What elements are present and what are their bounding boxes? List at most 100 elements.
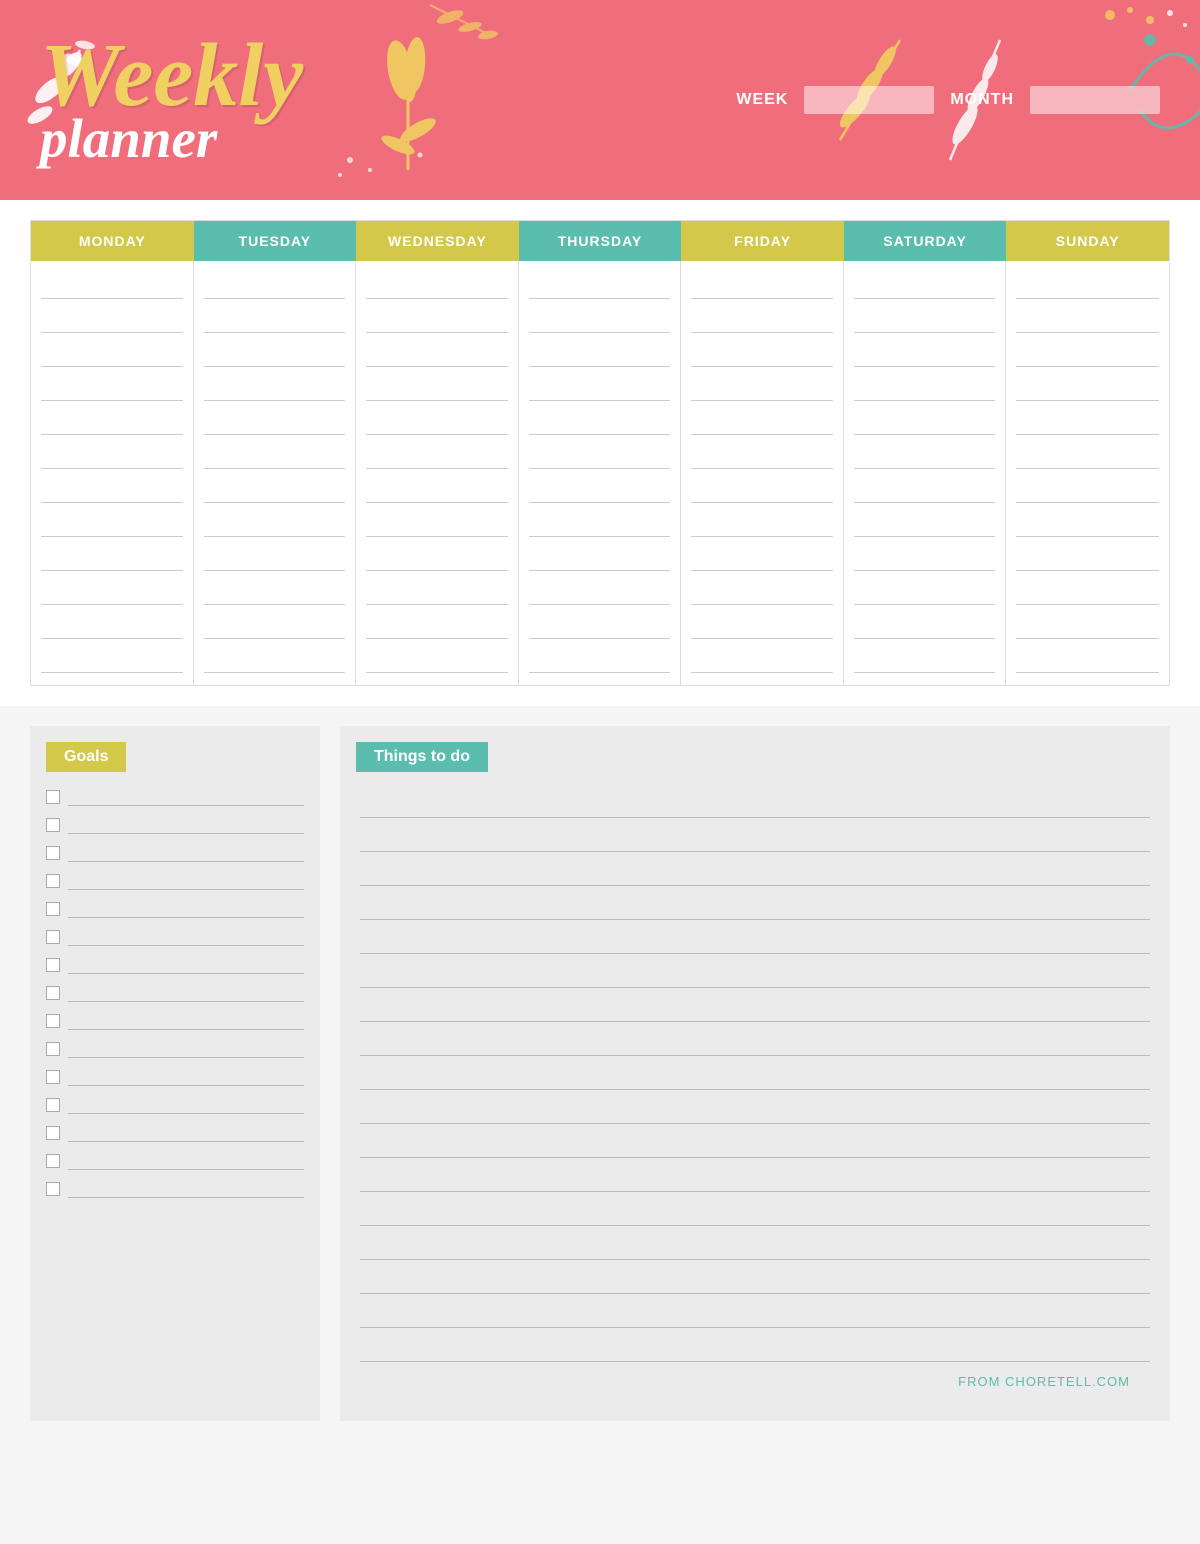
goals-item[interactable] — [46, 1068, 304, 1086]
goals-item[interactable] — [46, 872, 304, 890]
day-line — [529, 337, 671, 367]
day-col-friday[interactable] — [681, 261, 844, 685]
goals-line — [68, 788, 304, 806]
day-header-tuesday: TUESDAY — [194, 221, 357, 261]
day-line — [1016, 337, 1159, 367]
week-input[interactable] — [804, 86, 934, 114]
day-line — [41, 371, 183, 401]
goals-checkbox[interactable] — [46, 1070, 60, 1084]
day-line — [1016, 405, 1159, 435]
month-input[interactable] — [1030, 86, 1160, 114]
weekly-grid-section: MONDAYTUESDAYWEDNESDAYTHURSDAYFRIDAYSATU… — [0, 200, 1200, 706]
goals-checkbox[interactable] — [46, 1014, 60, 1028]
day-line — [1016, 303, 1159, 333]
todo-line — [360, 890, 1150, 920]
todo-line — [360, 822, 1150, 852]
todo-line — [360, 924, 1150, 954]
goals-line — [68, 1124, 304, 1142]
goals-checkbox[interactable] — [46, 1098, 60, 1112]
day-line — [854, 371, 996, 401]
goals-checkbox[interactable] — [46, 986, 60, 1000]
day-line — [691, 473, 833, 503]
day-line — [529, 473, 671, 503]
todo-label: Things to do — [356, 742, 488, 772]
goals-item[interactable] — [46, 1124, 304, 1142]
goals-item[interactable] — [46, 1012, 304, 1030]
goals-checkbox[interactable] — [46, 1154, 60, 1168]
bottom-section: Goals Things to do FROM CHORETELL.COM — [0, 706, 1200, 1441]
goals-item[interactable] — [46, 956, 304, 974]
goals-checkbox[interactable] — [46, 902, 60, 916]
goals-checkbox[interactable] — [46, 846, 60, 860]
goals-item[interactable] — [46, 1180, 304, 1198]
goals-item[interactable] — [46, 928, 304, 946]
day-line — [854, 609, 996, 639]
goals-checkbox[interactable] — [46, 790, 60, 804]
day-col-sunday[interactable] — [1006, 261, 1169, 685]
goals-item[interactable] — [46, 1040, 304, 1058]
day-line — [366, 303, 508, 333]
goals-checkbox[interactable] — [46, 1042, 60, 1056]
goals-item[interactable] — [46, 844, 304, 862]
day-line — [529, 371, 671, 401]
day-line — [691, 337, 833, 367]
day-line — [204, 371, 346, 401]
day-col-monday[interactable] — [31, 261, 194, 685]
day-line — [854, 337, 996, 367]
day-line — [1016, 371, 1159, 401]
goals-line — [68, 984, 304, 1002]
goals-item[interactable] — [46, 1152, 304, 1170]
day-line — [204, 575, 346, 605]
todo-panel: Things to do FROM CHORETELL.COM — [340, 726, 1170, 1421]
goals-checkbox[interactable] — [46, 958, 60, 972]
day-line — [691, 575, 833, 605]
day-col-thursday[interactable] — [519, 261, 682, 685]
goals-line — [68, 928, 304, 946]
goals-line — [68, 1152, 304, 1170]
day-line — [691, 269, 833, 299]
todo-line — [360, 1026, 1150, 1056]
todo-line — [360, 1230, 1150, 1260]
goals-line — [68, 872, 304, 890]
day-line — [691, 507, 833, 537]
day-line — [1016, 439, 1159, 469]
day-line — [854, 303, 996, 333]
day-header-wednesday: WEDNESDAY — [356, 221, 519, 261]
goals-checkbox[interactable] — [46, 1182, 60, 1196]
day-col-wednesday[interactable] — [356, 261, 519, 685]
goals-checkbox[interactable] — [46, 1126, 60, 1140]
goals-item[interactable] — [46, 900, 304, 918]
day-line — [1016, 575, 1159, 605]
goals-item[interactable] — [46, 816, 304, 834]
goals-item[interactable] — [46, 788, 304, 806]
goals-checkbox[interactable] — [46, 874, 60, 888]
goals-label: Goals — [46, 742, 126, 772]
goals-item[interactable] — [46, 1096, 304, 1114]
day-line — [691, 541, 833, 571]
day-line — [204, 609, 346, 639]
day-line — [204, 303, 346, 333]
goals-checkbox[interactable] — [46, 818, 60, 832]
todo-line — [360, 1162, 1150, 1192]
day-line — [529, 609, 671, 639]
goals-checkbox[interactable] — [46, 930, 60, 944]
day-line — [854, 541, 996, 571]
weekly-text: Weekly — [40, 35, 303, 116]
day-line — [41, 439, 183, 469]
day-line — [366, 609, 508, 639]
days-grid: MONDAYTUESDAYWEDNESDAYTHURSDAYFRIDAYSATU… — [30, 220, 1170, 686]
header-title: Weekly planner — [40, 35, 303, 166]
day-line — [1016, 473, 1159, 503]
day-col-saturday[interactable] — [844, 261, 1007, 685]
day-line — [41, 473, 183, 503]
day-line — [366, 643, 508, 673]
day-line — [691, 643, 833, 673]
todo-line — [360, 788, 1150, 818]
todo-line — [360, 1332, 1150, 1362]
day-line — [366, 337, 508, 367]
day-line — [204, 405, 346, 435]
day-line — [41, 643, 183, 673]
goals-item[interactable] — [46, 984, 304, 1002]
day-col-tuesday[interactable] — [194, 261, 357, 685]
day-line — [41, 337, 183, 367]
